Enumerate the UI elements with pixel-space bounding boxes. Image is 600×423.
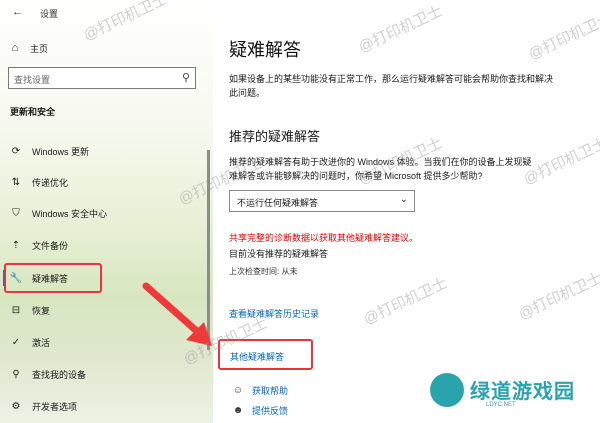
sidebar-item-label: Windows 更新 xyxy=(32,146,90,157)
sidebar-item-security[interactable]: ⛉ Windows 安全中心 xyxy=(0,202,213,224)
window-title: 设置 xyxy=(40,9,59,19)
no-recommended-text: 目前没有推荐的疑难解答 xyxy=(229,249,329,259)
history-link[interactable]: 查看疑难解答历史记录 xyxy=(229,307,319,320)
diagnostic-data-link[interactable]: 共享完整的诊断数据以获取其他疑难解答建议。 xyxy=(229,231,418,244)
developer-icon: ⚙ xyxy=(11,400,21,412)
sidebar-item-backup[interactable]: ⇡ 文件备份 xyxy=(0,234,213,256)
sidebar-item-label: 激活 xyxy=(32,337,51,348)
search-icon[interactable]: ⚲ xyxy=(182,71,190,84)
sidebar-item-label: 开发者选项 xyxy=(32,401,78,412)
page-title: 疑难解答 xyxy=(229,40,301,60)
sidebar-item-label: 恢复 xyxy=(32,305,51,316)
sidebar: ← 设置 ⌂ 主页 查找设置 ⚲ 更新和安全 ⟳ Windows 更新 ⇅ 传递… xyxy=(0,0,213,423)
highlight-box-troubleshoot xyxy=(4,263,102,293)
logo-name: 绿道游戏园 xyxy=(470,381,575,403)
last-check-text: 上次检查时间: 从未 xyxy=(229,267,298,276)
shield-icon: ⛉ xyxy=(12,207,20,219)
annotation-arrow-icon xyxy=(142,282,212,346)
help-icon: ☺ xyxy=(232,385,244,396)
get-help-label: 获取帮助 xyxy=(252,386,289,396)
refresh-icon: ⟳ xyxy=(11,145,21,157)
other-troubleshooters-link[interactable]: 其他疑难解答 xyxy=(230,350,284,363)
back-icon[interactable]: ← xyxy=(12,6,23,18)
logo-badge-icon xyxy=(430,373,464,407)
main-content: 疑难解答 如果设备上的某些功能没有正常工作，那么运行疑难解答可能会帮助你查找和解… xyxy=(213,0,600,423)
sidebar-item-label: 传递优化 xyxy=(32,177,69,188)
check-circle-icon: ✓ xyxy=(11,336,21,348)
search-placeholder: 查找设置 xyxy=(14,75,51,85)
sidebar-item-label: 查找我的设备 xyxy=(32,369,87,380)
recovery-icon: ⊟ xyxy=(11,304,21,316)
search-input[interactable]: 查找设置 ⚲ xyxy=(8,67,196,89)
sidebar-item-delivery[interactable]: ⇅ 传递优化 xyxy=(0,171,213,193)
dropdown-value: 不运行任何疑难解答 xyxy=(237,198,319,208)
feedback-label: 提供反馈 xyxy=(252,406,289,416)
sidebar-home[interactable]: ⌂ 主页 xyxy=(8,40,188,56)
logo-sub: LDYC.NET xyxy=(486,402,516,408)
recommended-description: 推荐的疑难解答有助于改进你的 Windows 体验。当我们在你的设备上发现疑难解… xyxy=(229,157,532,181)
sidebar-item-label: 文件备份 xyxy=(32,240,69,251)
sidebar-item-label: Windows 安全中心 xyxy=(32,208,108,219)
person-search-icon: ⚲ xyxy=(12,368,20,380)
home-label: 主页 xyxy=(30,43,49,54)
recommended-heading: 推荐的疑难解答 xyxy=(229,129,321,144)
sidebar-item-find-device[interactable]: ⚲ 查找我的设备 xyxy=(0,363,213,385)
delivery-icon: ⇅ xyxy=(11,176,21,188)
troubleshoot-preference-dropdown[interactable]: 不运行任何疑难解答 ⌄ xyxy=(229,190,415,212)
chevron-down-icon: ⌄ xyxy=(399,194,408,205)
site-logo: 绿道游戏园 LDYC.NET xyxy=(430,373,590,417)
intro-text: 如果设备上的某些功能没有正常工作，那么运行疑难解答可能会帮助你查找和解决此问题。 xyxy=(229,74,554,98)
feedback-icon: ☻ xyxy=(232,405,244,416)
sidebar-item-developer[interactable]: ⚙ 开发者选项 xyxy=(0,395,213,417)
home-icon: ⌂ xyxy=(11,42,19,54)
section-heading: 更新和安全 xyxy=(10,107,56,117)
backup-icon: ⇡ xyxy=(11,239,21,251)
get-help-link[interactable]: ☺ 获取帮助 xyxy=(231,384,288,397)
sidebar-item-windows-update[interactable]: ⟳ Windows 更新 xyxy=(0,140,213,162)
feedback-link[interactable]: ☻ 提供反馈 xyxy=(231,404,288,417)
